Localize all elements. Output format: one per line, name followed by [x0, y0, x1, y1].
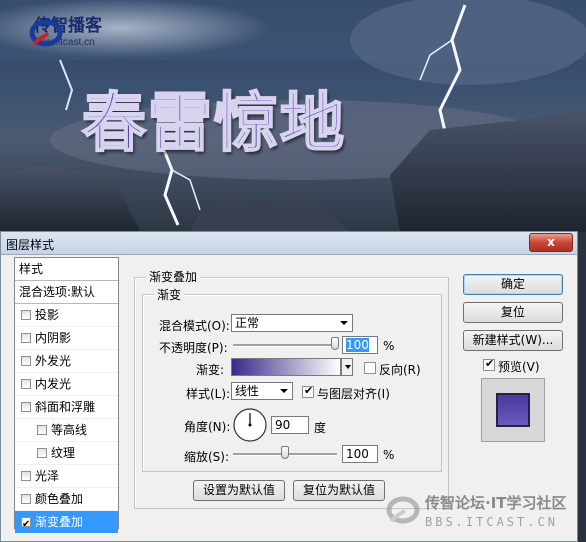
style-item-checkbox[interactable] [21, 333, 31, 343]
opacity-slider-track[interactable] [233, 344, 337, 347]
style-item-label: 纹理 [51, 446, 76, 460]
style-item-label: 斜面和浮雕 [35, 400, 96, 414]
angle-input[interactable]: 90 [271, 416, 309, 434]
style-item-label: 渐变叠加 [35, 515, 84, 529]
banner-artwork: 传智播客 www.itcast.cn 春雷惊地 [0, 0, 586, 232]
style-item-checkbox[interactable] [37, 425, 47, 435]
watermark-line2: BBS.ITCAST.CN [425, 515, 558, 529]
chevron-down-icon [345, 365, 351, 369]
make-default-button[interactable]: 设置为默认值 [193, 480, 285, 501]
style-item-label: 内阴影 [35, 331, 72, 345]
styles-list: 样式 混合选项:默认 投影内阴影外发光内发光斜面和浮雕等高线纹理光泽颜色叠加 ✔ 渐… [14, 257, 119, 534]
style-item-label: 光泽 [35, 469, 60, 483]
blend-options-item[interactable]: 混合选项:默认 [15, 281, 118, 304]
style-item[interactable]: 投影 [15, 304, 118, 327]
angle-label: 角度(N): [184, 420, 231, 434]
style-item[interactable]: 内阴影 [15, 327, 118, 350]
opacity-slider-thumb[interactable] [331, 337, 339, 350]
angle-dial[interactable] [232, 407, 268, 443]
style-item-label: 内发光 [35, 377, 72, 391]
watermark-line1: 传智论坛·IT学习社区 [425, 494, 567, 512]
style-item-label: 等高线 [51, 423, 88, 437]
style-item[interactable]: 等高线 [15, 419, 118, 442]
checkmark-icon: ✔ [22, 519, 31, 530]
style-label: 样式(L): [186, 387, 231, 401]
close-icon: x [547, 235, 555, 249]
style-preview-thumbnail [481, 378, 545, 442]
style-item-checkbox[interactable] [21, 356, 31, 366]
new-style-button[interactable]: 新建样式(W)... [463, 330, 563, 351]
styles-list-header[interactable]: 样式 [15, 258, 118, 281]
reset-button[interactable]: 复位 [463, 302, 563, 323]
style-item-checkbox[interactable] [37, 448, 47, 458]
align-with-layer-label: 与图层对齐(I) [317, 387, 390, 401]
style-item-checkbox[interactable] [21, 494, 31, 504]
style-item[interactable]: 光泽 [15, 465, 118, 488]
style-item[interactable]: 斜面和浮雕 [15, 396, 118, 419]
style-item[interactable]: ✔ 渐变叠加 [15, 511, 118, 534]
align-with-layer-checkbox[interactable]: ✔ [302, 384, 314, 398]
angle-unit: 度 [314, 421, 327, 435]
checkmark-icon: ✔ [304, 384, 314, 397]
style-item[interactable]: 外发光 [15, 350, 118, 373]
style-item-checkbox[interactable] [21, 310, 31, 320]
ok-button[interactable]: 确定 [463, 274, 563, 295]
style-select[interactable]: 线性 [231, 382, 293, 400]
preview-checkbox[interactable]: ✔ [483, 357, 495, 371]
opacity-unit: % [383, 339, 395, 353]
reverse-label: 反向(R) [379, 363, 421, 377]
chevron-down-icon [340, 321, 348, 325]
dialog-titlebar[interactable]: 图层样式 x [1, 232, 577, 255]
forum-logo-icon [386, 496, 420, 523]
gradient-dropdown-button[interactable] [341, 358, 353, 376]
checkmark-icon: ✔ [485, 357, 495, 370]
style-value: 线性 [235, 384, 260, 398]
style-item-checkbox[interactable] [21, 471, 31, 481]
opacity-input[interactable]: 100 [342, 336, 378, 354]
style-item[interactable]: 内发光 [15, 373, 118, 396]
opacity-value: 100 [346, 338, 369, 352]
style-item-label: 颜色叠加 [35, 492, 84, 506]
itcast-logo-icon [29, 19, 63, 47]
preview-label: 预览(V) [498, 360, 540, 374]
opacity-label: 不透明度(P): [159, 341, 228, 355]
close-button[interactable]: x [529, 233, 573, 252]
chevron-down-icon [280, 389, 288, 393]
artwork-headline: 春雷惊地 [81, 86, 346, 162]
style-item-checkbox[interactable]: ✔ [21, 517, 31, 530]
style-item-checkbox[interactable] [21, 379, 31, 389]
blend-mode-select[interactable]: 正常 [231, 314, 353, 332]
reset-to-default-button[interactable]: 复位为默认值 [293, 480, 385, 501]
reverse-checkbox[interactable] [364, 362, 376, 374]
gradient-label: 渐变: [196, 363, 225, 377]
gradient-picker[interactable] [231, 358, 341, 376]
angle-value: 90 [275, 418, 291, 432]
gradient-subgroup-title: 渐变 [154, 286, 185, 303]
style-item-checkbox[interactable] [21, 402, 31, 412]
scale-slider-thumb[interactable] [281, 446, 289, 459]
style-item[interactable]: 纹理 [15, 442, 118, 465]
style-item-label: 投影 [35, 308, 60, 322]
style-item-label: 外发光 [35, 354, 72, 368]
watermark: 传智论坛·IT学习社区 BBS.ITCAST.CN [385, 492, 567, 529]
gradient-overlay-title: 渐变叠加 [146, 268, 201, 285]
itcast-logo: 传智播客 www.itcast.cn [28, 18, 102, 48]
scale-input[interactable]: 100 [342, 445, 378, 463]
preview-swatch [496, 393, 530, 427]
dialog-title: 图层样式 [6, 238, 55, 252]
scale-unit: % [383, 448, 395, 462]
blend-mode-value: 正常 [235, 316, 260, 330]
scale-label: 缩放(S): [184, 450, 230, 464]
style-item[interactable]: 颜色叠加 [15, 488, 118, 511]
scale-value: 100 [346, 447, 369, 461]
blend-mode-label: 混合模式(O): [159, 319, 230, 333]
